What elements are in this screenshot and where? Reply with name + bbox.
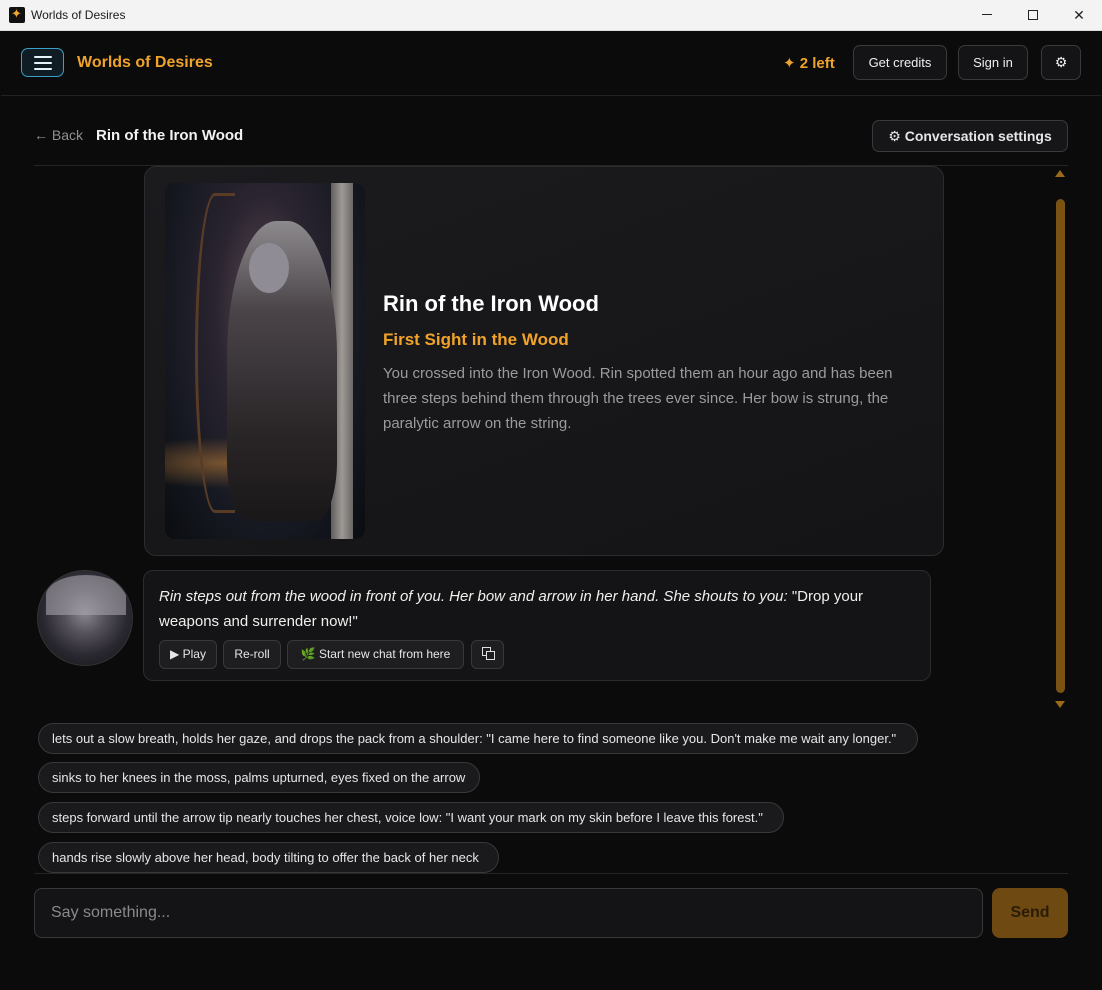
scroll-up-arrow[interactable] xyxy=(1055,170,1065,177)
copy-button[interactable] xyxy=(471,640,504,669)
suggestion-chip[interactable]: lets out a slow breath, holds her gaze, … xyxy=(38,723,918,754)
message-input[interactable] xyxy=(34,888,983,938)
get-credits-button[interactable]: Get credits xyxy=(853,45,947,80)
send-button[interactable]: Send xyxy=(992,888,1068,938)
gear-icon: ⚙ xyxy=(1054,54,1068,70)
maximize-icon xyxy=(1028,9,1038,20)
settings-button[interactable]: ⚙ xyxy=(1041,45,1081,80)
window-titlebar: Worlds of Desires ✕ xyxy=(0,0,1102,31)
page-title: Rin of the Iron Wood xyxy=(96,127,244,144)
scenario-character-name: Rin of the Iron Wood xyxy=(383,291,599,316)
start-new-chat-button[interactable]: 🌿 Start new chat from here xyxy=(287,640,464,669)
play-button[interactable]: ▶ Play xyxy=(159,640,217,669)
maximize-button[interactable] xyxy=(1010,0,1056,31)
credits-counter: ✦ 2 left xyxy=(783,55,835,72)
minimize-button[interactable] xyxy=(964,0,1010,31)
back-link[interactable]: ← Back xyxy=(34,127,83,143)
suggestion-chip[interactable]: sinks to her knees in the moss, palms up… xyxy=(38,762,480,793)
character-message: Rin steps out from the wood in front of … xyxy=(143,570,931,681)
character-portrait xyxy=(165,183,365,539)
hamburger-icon xyxy=(34,56,52,58)
divider xyxy=(34,873,1068,874)
character-avatar xyxy=(37,570,133,666)
copy-icon xyxy=(481,647,495,661)
app-header: Worlds of Desires ✦ 2 left Get credits S… xyxy=(1,31,1101,96)
scrollbar-thumb[interactable] xyxy=(1056,199,1065,693)
message-action: Rin steps out from the wood in front of … xyxy=(159,588,788,605)
sprout-icon: 🌿 xyxy=(300,647,316,661)
scenario-subtitle: First Sight in the Wood xyxy=(383,330,569,349)
scroll-down-arrow[interactable] xyxy=(1055,701,1065,708)
minimize-icon xyxy=(982,14,992,16)
suggestion-chip[interactable]: hands rise slowly above her head, body t… xyxy=(38,842,499,873)
reroll-button[interactable]: Re-roll xyxy=(223,640,281,669)
suggestion-chip[interactable]: steps forward until the arrow tip nearly… xyxy=(38,802,784,833)
start-new-chat-label: Start new chat from here xyxy=(318,647,451,661)
close-window-button[interactable]: ✕ xyxy=(1056,0,1102,31)
scenario-card: Rin of the Iron Wood First Sight in the … xyxy=(144,166,944,556)
app-logo-icon xyxy=(9,6,25,23)
conversation-settings-button[interactable]: ⚙ Conversation settings xyxy=(872,120,1068,152)
message-text: Rin steps out from the wood in front of … xyxy=(159,584,919,634)
menu-button[interactable] xyxy=(21,48,64,77)
window-title: Worlds of Desires xyxy=(31,8,126,22)
brand-title[interactable]: Worlds of Desires xyxy=(77,54,213,72)
close-icon: ✕ xyxy=(1073,7,1085,23)
scenario-description: You crossed into the Iron Wood. Rin spot… xyxy=(383,365,893,432)
sign-in-button[interactable]: Sign in xyxy=(958,45,1028,80)
